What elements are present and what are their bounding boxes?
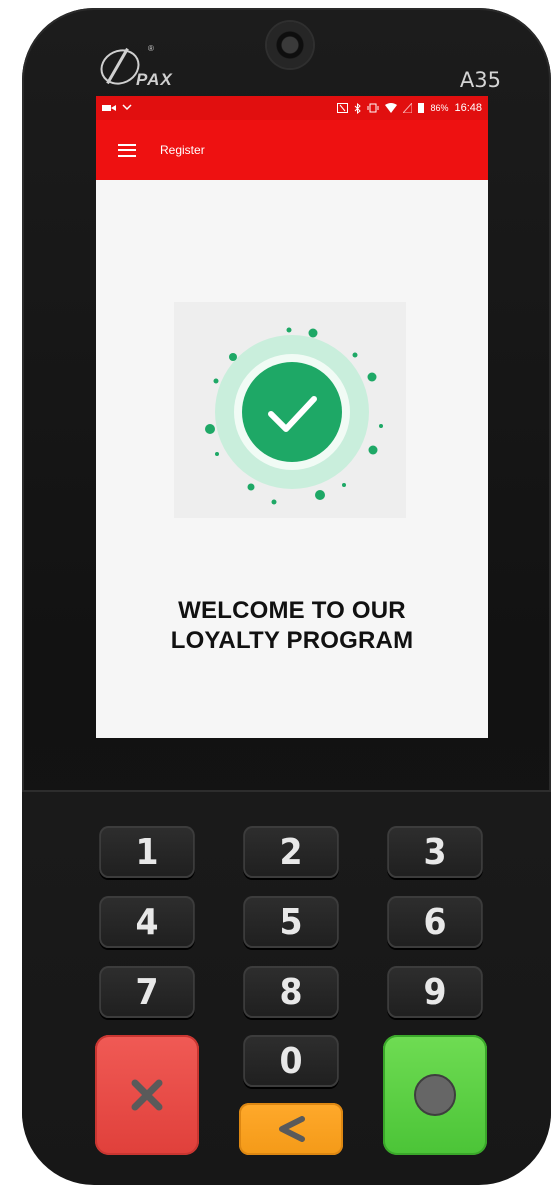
bluetooth-icon [355, 102, 362, 114]
video-icon [102, 105, 116, 111]
cancel-key[interactable] [95, 1035, 199, 1155]
key-9[interactable]: 9 [387, 966, 483, 1018]
key-8[interactable]: 8 [243, 966, 339, 1018]
success-illustration [174, 302, 406, 518]
key-7[interactable]: 7 [99, 966, 195, 1018]
key-6[interactable]: 6 [387, 896, 483, 948]
app-bar: Register [96, 120, 488, 180]
camera-icon [267, 22, 313, 68]
wifi-icon [385, 103, 398, 113]
back-key[interactable] [239, 1103, 343, 1155]
screen: 86% 16:48 Register WELCOME TO OUR LOYALT… [96, 96, 488, 738]
welcome-line-2: LOYALTY PROGRAM [170, 627, 414, 654]
key-3[interactable]: 3 [387, 826, 483, 878]
menu-icon[interactable] [118, 143, 136, 157]
brand-text: PAX [136, 70, 173, 89]
brand-logo: ® PAX [94, 43, 220, 96]
nfc-icon [337, 103, 349, 113]
x-icon [131, 1079, 163, 1111]
signal-icon [403, 103, 413, 113]
key-0[interactable]: 0 [243, 1035, 339, 1087]
battery-percent: 86% [430, 103, 449, 113]
model-label: A35 [459, 68, 501, 92]
page-title: Register [160, 143, 205, 157]
clock: 16:48 [454, 102, 482, 114]
vibrate-icon [367, 103, 379, 113]
chevron-left-icon [279, 1116, 305, 1142]
key-5[interactable]: 5 [243, 896, 339, 948]
success-check-icon [205, 327, 383, 505]
circle-icon [414, 1074, 456, 1116]
key-4[interactable]: 4 [99, 896, 195, 948]
status-bar: 86% 16:48 [96, 96, 488, 120]
welcome-line-1: WELCOME TO OUR [178, 597, 406, 624]
missed-call-icon [122, 104, 132, 111]
battery-icon [418, 103, 425, 113]
enter-key[interactable] [383, 1035, 487, 1155]
key-2[interactable]: 2 [243, 826, 339, 878]
welcome-message: WELCOME TO OUR LOYALTY PROGRAM [96, 596, 488, 656]
key-1[interactable]: 1 [99, 826, 195, 878]
